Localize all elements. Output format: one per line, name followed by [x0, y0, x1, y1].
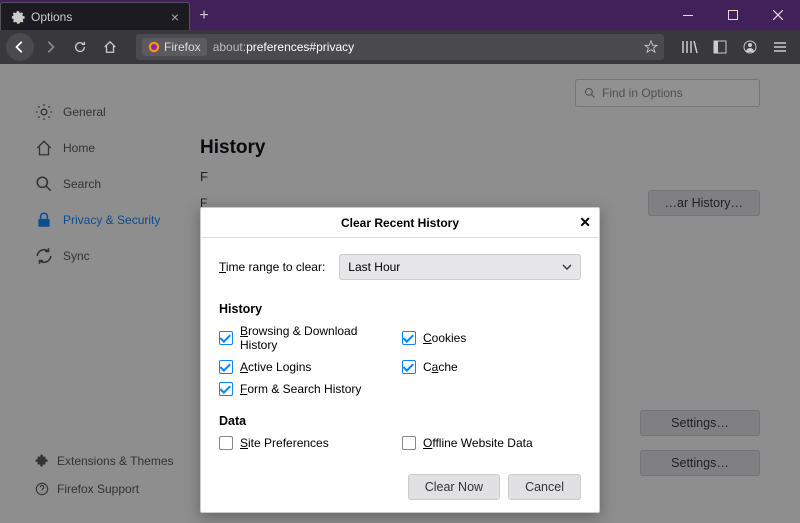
- sidebar-button[interactable]: [706, 33, 734, 61]
- checkbox-offline[interactable]: Offline Website Data: [402, 436, 581, 450]
- window-controls: [665, 0, 800, 30]
- clear-history-dialog: Clear Recent History ✕ Time range to cle…: [200, 207, 600, 513]
- library-button[interactable]: [676, 33, 704, 61]
- checkbox-form[interactable]: Form & Search History: [219, 382, 398, 396]
- tab-title: Options: [31, 10, 165, 24]
- checkbox-logins[interactable]: Active Logins: [219, 360, 398, 374]
- data-group-heading: Data: [219, 414, 581, 428]
- tab-strip: Options × +: [0, 0, 218, 30]
- time-range-select[interactable]: Last Hour: [339, 254, 581, 280]
- close-window-button[interactable]: [755, 0, 800, 30]
- checkbox-siteprefs[interactable]: Site Preferences: [219, 436, 398, 450]
- toolbar: Firefox about:preferences#privacy: [0, 30, 800, 64]
- checkbox-cookies[interactable]: Cookies: [402, 324, 581, 352]
- firefox-icon: [148, 41, 160, 53]
- maximize-button[interactable]: [710, 0, 755, 30]
- back-button[interactable]: [6, 33, 34, 61]
- dialog-header: Clear Recent History ✕: [201, 208, 599, 238]
- reload-button[interactable]: [66, 33, 94, 61]
- clear-now-button[interactable]: Clear Now: [408, 474, 500, 500]
- time-range-label: Time range to clear:: [219, 260, 325, 274]
- gear-icon: [11, 10, 25, 24]
- url-bar[interactable]: Firefox about:preferences#privacy: [136, 34, 664, 60]
- close-tab-icon[interactable]: ×: [171, 9, 179, 25]
- checkbox-cache[interactable]: Cache: [402, 360, 581, 374]
- new-tab-button[interactable]: +: [190, 2, 218, 30]
- menu-button[interactable]: [766, 33, 794, 61]
- checkbox-browsing[interactable]: Browsing & Download History: [219, 324, 398, 352]
- bookmark-star-icon[interactable]: [644, 40, 658, 54]
- history-group-heading: History: [219, 302, 581, 316]
- identity-box[interactable]: Firefox: [142, 38, 207, 56]
- preferences-page: General Home Search Privacy & Security S…: [0, 64, 800, 523]
- home-button[interactable]: [96, 33, 124, 61]
- account-button[interactable]: [736, 33, 764, 61]
- browser-tab[interactable]: Options ×: [0, 2, 190, 30]
- chevron-down-icon: [562, 262, 572, 272]
- minimize-button[interactable]: [665, 0, 710, 30]
- url-text: about:preferences#privacy: [213, 40, 638, 54]
- cancel-button[interactable]: Cancel: [508, 474, 581, 500]
- close-dialog-button[interactable]: ✕: [579, 214, 591, 231]
- identity-label: Firefox: [164, 40, 201, 54]
- titlebar: Options × +: [0, 0, 800, 30]
- select-value: Last Hour: [348, 260, 400, 274]
- dialog-title: Clear Recent History: [341, 216, 459, 230]
- forward-button[interactable]: [36, 33, 64, 61]
